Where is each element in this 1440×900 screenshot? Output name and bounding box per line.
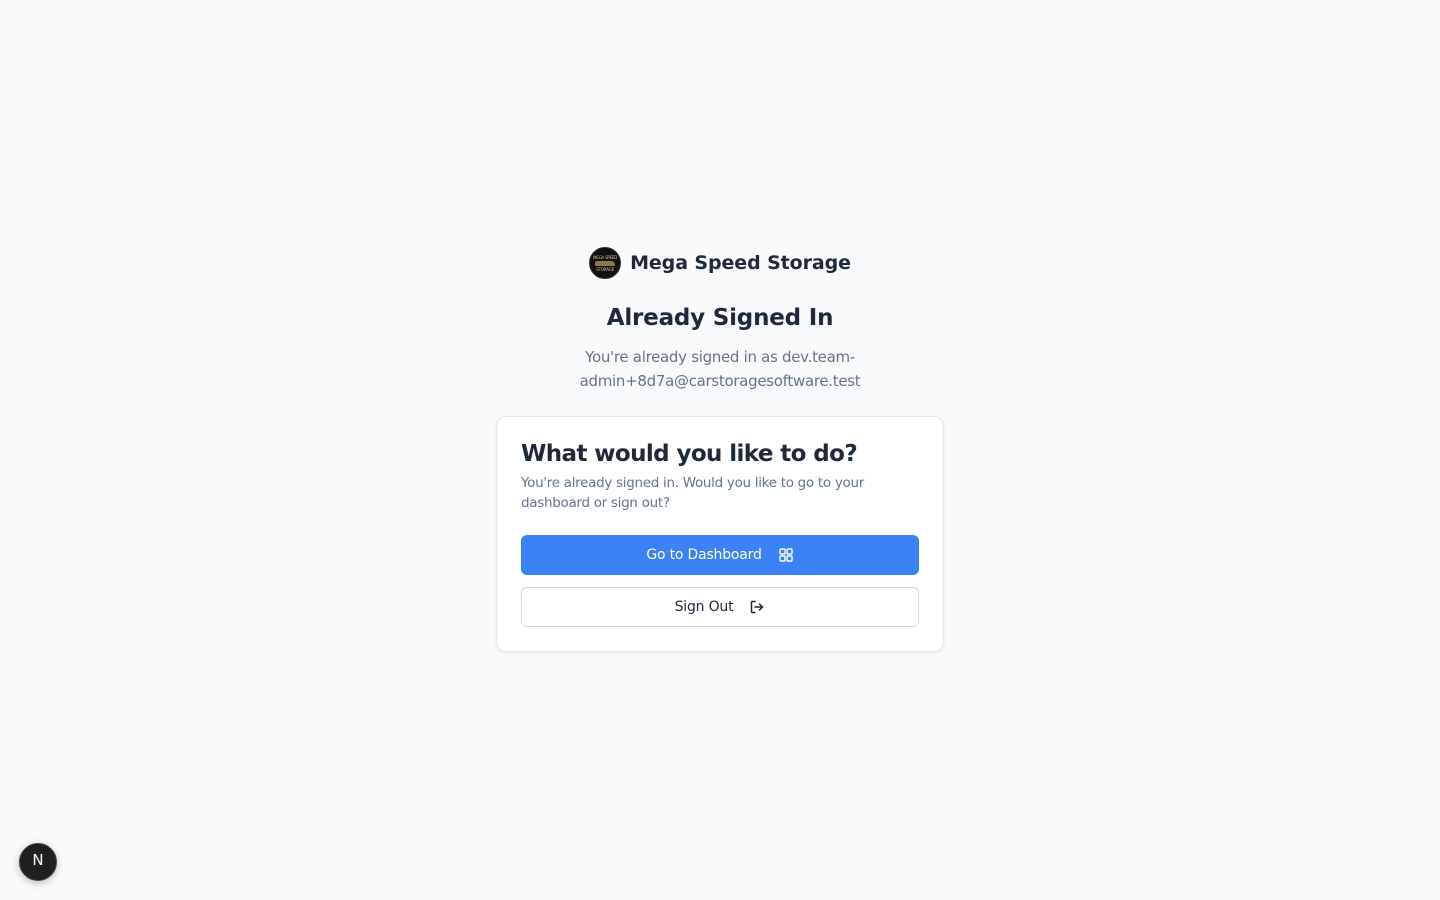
brand: MEGA SPEED STORAGE Mega Speed Storage bbox=[0, 247, 1440, 279]
card-title: What would you like to do? bbox=[521, 441, 858, 467]
car-icon bbox=[595, 260, 616, 266]
page-subtitle: You're already signed in as dev.team-adm… bbox=[579, 348, 861, 390]
brand-name: Mega Speed Storage bbox=[630, 252, 851, 274]
page-title: Already Signed In bbox=[606, 305, 834, 331]
sign-out-label: Sign Out bbox=[674, 599, 734, 615]
brand-logo: MEGA SPEED STORAGE bbox=[589, 247, 622, 279]
signed-in-page: MEGA SPEED STORAGE Mega Speed Storage Al… bbox=[0, 0, 1440, 900]
layout-grid-icon bbox=[778, 547, 794, 563]
nextjs-dev-badge[interactable]: N bbox=[19, 843, 57, 881]
nextjs-icon: N bbox=[28, 850, 48, 874]
log-out-icon bbox=[749, 599, 765, 615]
logo-text-top: MEGA SPEED bbox=[593, 254, 618, 260]
card-description: You're already signed in. Would you like… bbox=[521, 475, 864, 511]
logo-text-bottom: STORAGE bbox=[596, 266, 614, 272]
sign-out-button[interactable]: Sign Out bbox=[521, 587, 919, 627]
go-to-dashboard-label: Go to Dashboard bbox=[646, 547, 762, 563]
go-to-dashboard-button[interactable]: Go to Dashboard bbox=[521, 535, 919, 575]
action-card: What would you like to do? You're alread… bbox=[496, 416, 944, 652]
nextjs-label: N bbox=[32, 851, 43, 869]
